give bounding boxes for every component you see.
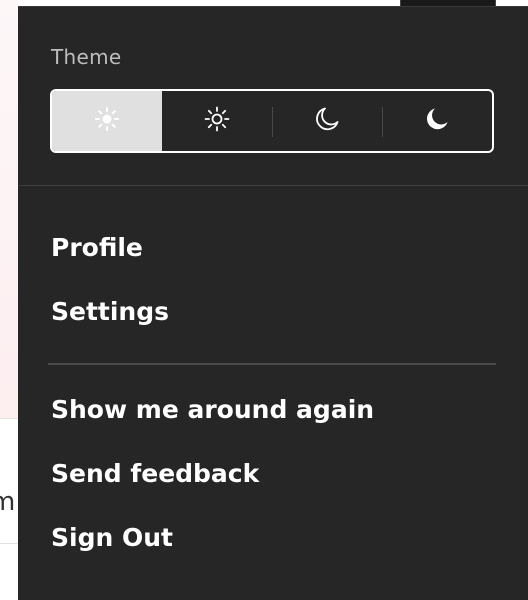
menu-item-sign-out[interactable]: Sign Out <box>51 523 173 552</box>
theme-option-light[interactable] <box>52 91 162 151</box>
background-panel <box>0 0 18 418</box>
background-divider <box>0 418 18 419</box>
theme-label: Theme <box>51 45 122 69</box>
sun-small-icon <box>93 105 121 137</box>
theme-switcher <box>50 89 494 153</box>
account-dropdown-menu: Theme Profile Settings Show me around ag… <box>18 6 528 600</box>
menu-item-profile[interactable]: Profile <box>51 233 143 262</box>
segment-divider <box>272 107 273 137</box>
menu-divider <box>48 363 496 365</box>
section-divider <box>18 185 528 186</box>
background-divider <box>0 543 18 544</box>
theme-option-light-outline[interactable] <box>162 91 272 151</box>
theme-option-dark[interactable] <box>382 91 492 151</box>
moon-filled-icon <box>423 105 451 137</box>
menu-item-settings[interactable]: Settings <box>51 297 169 326</box>
menu-item-send-feedback[interactable]: Send feedback <box>51 459 259 488</box>
segment-divider <box>382 107 383 137</box>
background-text: m <box>0 487 16 517</box>
moon-outline-icon <box>313 105 341 137</box>
menu-item-show-me-around[interactable]: Show me around again <box>51 395 374 424</box>
sun-outline-icon <box>203 105 231 137</box>
theme-option-dark-outline[interactable] <box>272 91 382 151</box>
